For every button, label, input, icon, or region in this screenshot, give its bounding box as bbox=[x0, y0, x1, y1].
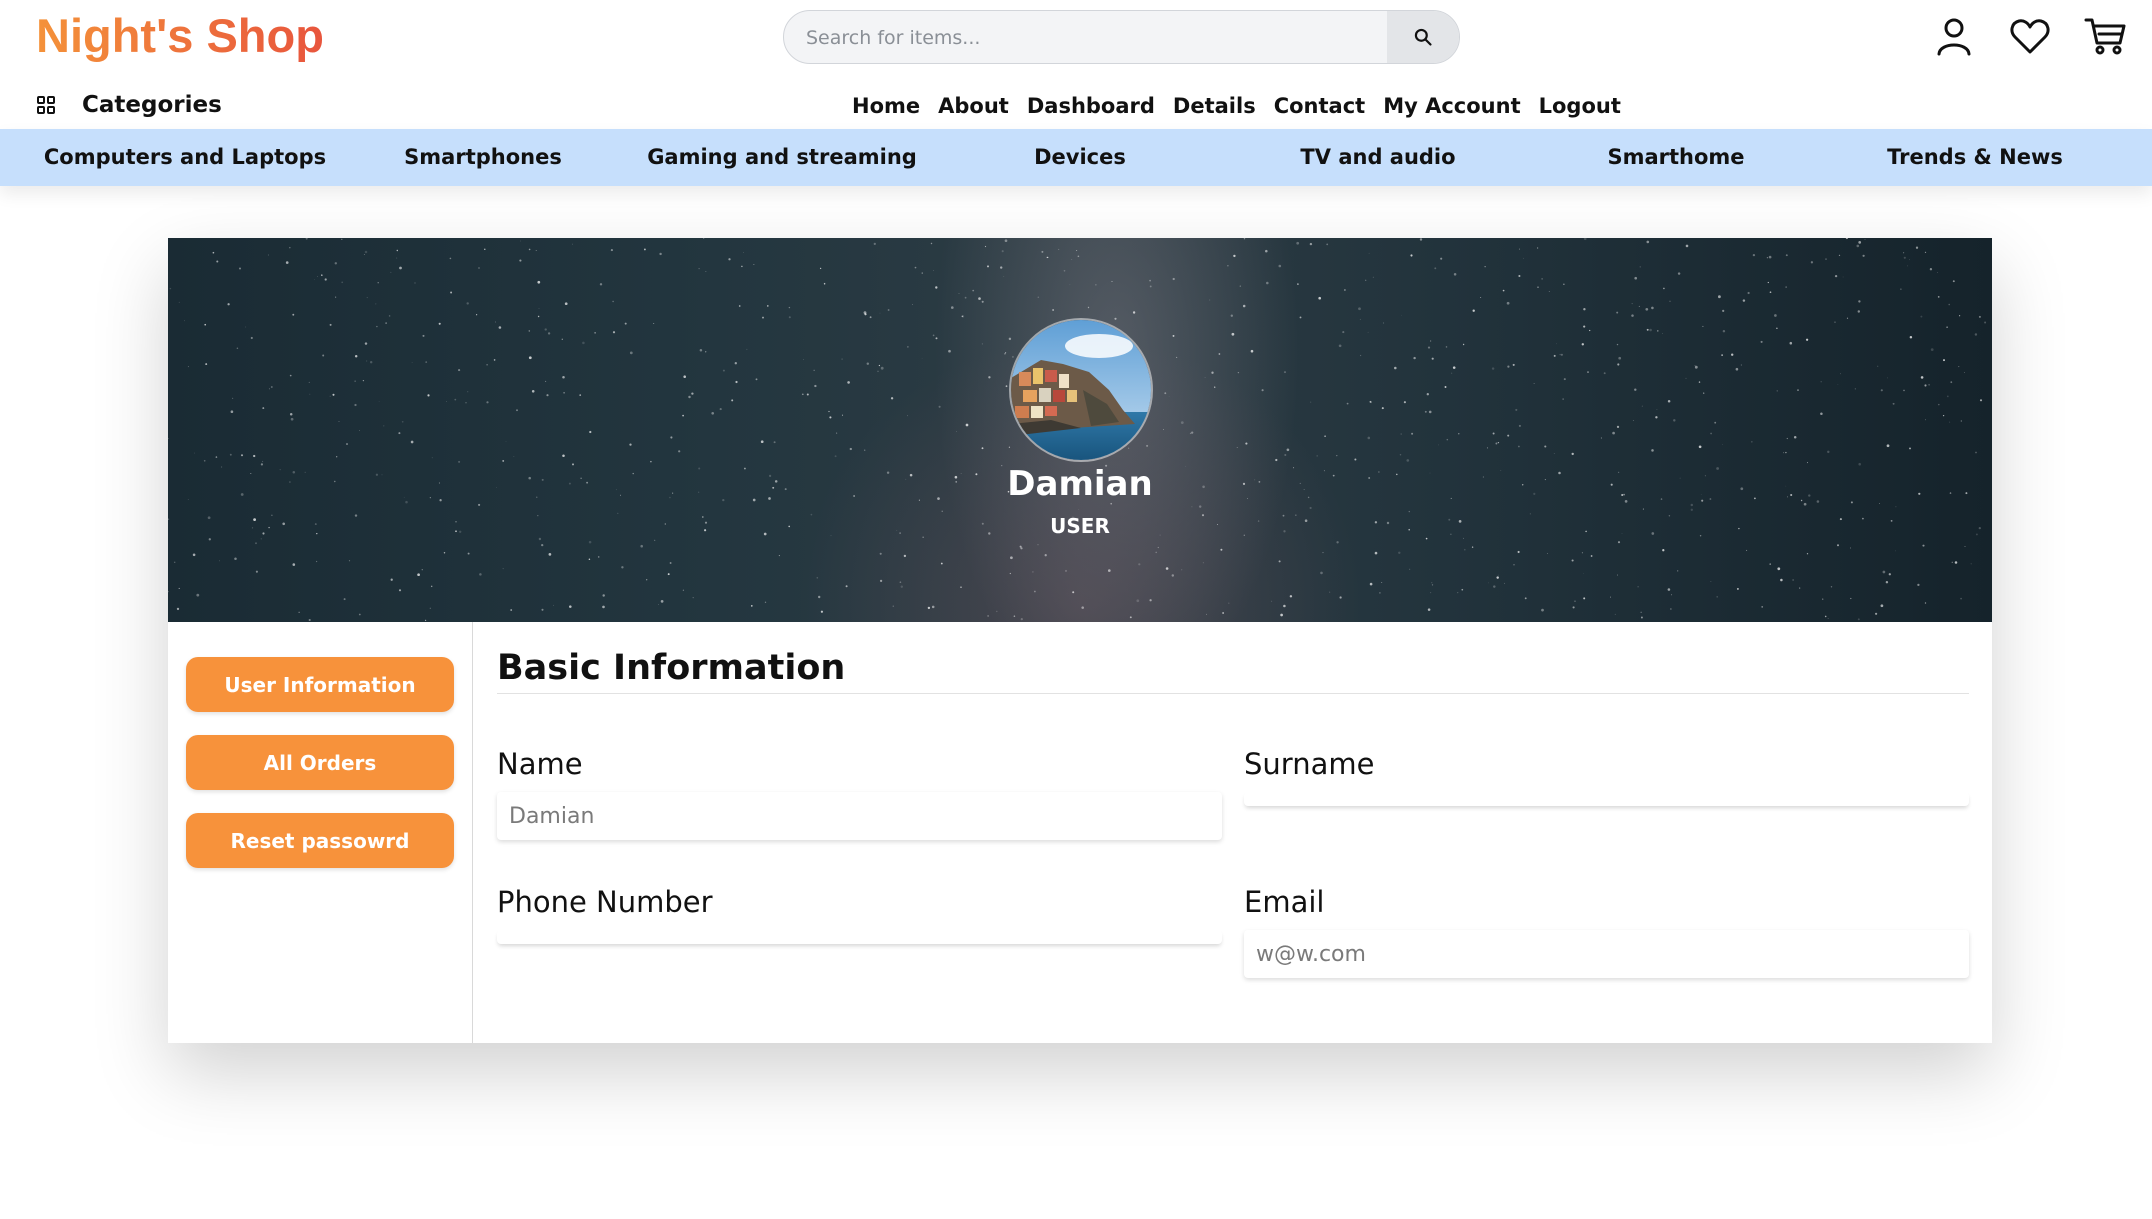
nav-link-about[interactable]: About bbox=[938, 94, 1009, 118]
wishlist-button[interactable] bbox=[2008, 14, 2052, 58]
heart-icon bbox=[2010, 19, 2050, 54]
phone-number-label: Phone Number bbox=[497, 885, 713, 919]
profile-role: USER bbox=[1050, 514, 1110, 538]
header-icons bbox=[1932, 14, 2128, 58]
main-nav: Home About Dashboard Details Contact My … bbox=[852, 94, 1621, 118]
profile-card: Damian USER User Information All Orders … bbox=[168, 238, 1992, 1043]
nav-link-logout[interactable]: Logout bbox=[1539, 94, 1621, 118]
site-logo[interactable]: Night's Shop bbox=[36, 8, 324, 63]
email-label: Email bbox=[1244, 885, 1325, 919]
surname-label: Surname bbox=[1244, 747, 1375, 781]
search-bar bbox=[783, 10, 1460, 64]
nav-link-details[interactable]: Details bbox=[1173, 94, 1256, 118]
category-devices[interactable]: Devices bbox=[1034, 129, 1126, 186]
nav-link-my-account[interactable]: My Account bbox=[1383, 94, 1520, 118]
category-tv-audio[interactable]: TV and audio bbox=[1300, 129, 1455, 186]
profile-sidebar: User Information All Orders Reset passow… bbox=[168, 622, 473, 1043]
all-orders-button[interactable]: All Orders bbox=[186, 735, 454, 790]
nav-link-home[interactable]: Home bbox=[852, 94, 920, 118]
category-smartphones[interactable]: Smartphones bbox=[404, 129, 562, 186]
reset-password-button[interactable]: Reset passowrd bbox=[186, 813, 454, 868]
cart-button[interactable] bbox=[2084, 14, 2128, 58]
surname-field[interactable] bbox=[1244, 792, 1969, 806]
search-input[interactable] bbox=[806, 20, 1366, 56]
search-icon bbox=[1414, 28, 1432, 46]
nav-link-contact[interactable]: Contact bbox=[1274, 94, 1366, 118]
avatar[interactable] bbox=[1009, 318, 1153, 462]
section-title: Basic Information bbox=[497, 648, 846, 688]
category-gaming-streaming[interactable]: Gaming and streaming bbox=[647, 129, 917, 186]
account-button[interactable] bbox=[1932, 14, 1976, 58]
category-trends-news[interactable]: Trends & News bbox=[1887, 129, 2063, 186]
user-icon bbox=[1937, 18, 1971, 56]
profile-banner: Damian USER bbox=[168, 238, 1992, 622]
phone-number-field[interactable] bbox=[497, 930, 1222, 944]
header: Night's Shop bbox=[0, 0, 2152, 76]
cart-icon bbox=[2084, 18, 2126, 55]
category-computers-laptops[interactable]: Computers and Laptops bbox=[44, 129, 326, 186]
categories-toggle[interactable]: Categories bbox=[36, 92, 222, 118]
category-smarthome[interactable]: Smarthome bbox=[1607, 129, 1744, 186]
name-field[interactable] bbox=[497, 792, 1222, 840]
section-divider bbox=[497, 693, 1969, 694]
user-information-button[interactable]: User Information bbox=[186, 657, 454, 712]
nav-link-dashboard[interactable]: Dashboard bbox=[1027, 94, 1155, 118]
profile-name: Damian bbox=[1007, 464, 1153, 504]
email-field[interactable] bbox=[1244, 930, 1969, 978]
search-button[interactable] bbox=[1387, 11, 1459, 63]
category-bar: Computers and Laptops Smartphones Gaming… bbox=[0, 129, 2152, 186]
categories-label: Categories bbox=[82, 92, 222, 118]
name-label: Name bbox=[497, 747, 583, 781]
grid-icon bbox=[37, 96, 55, 114]
avatar-image bbox=[1011, 320, 1151, 460]
secondary-nav: Categories Home About Dashboard Details … bbox=[0, 86, 2152, 126]
